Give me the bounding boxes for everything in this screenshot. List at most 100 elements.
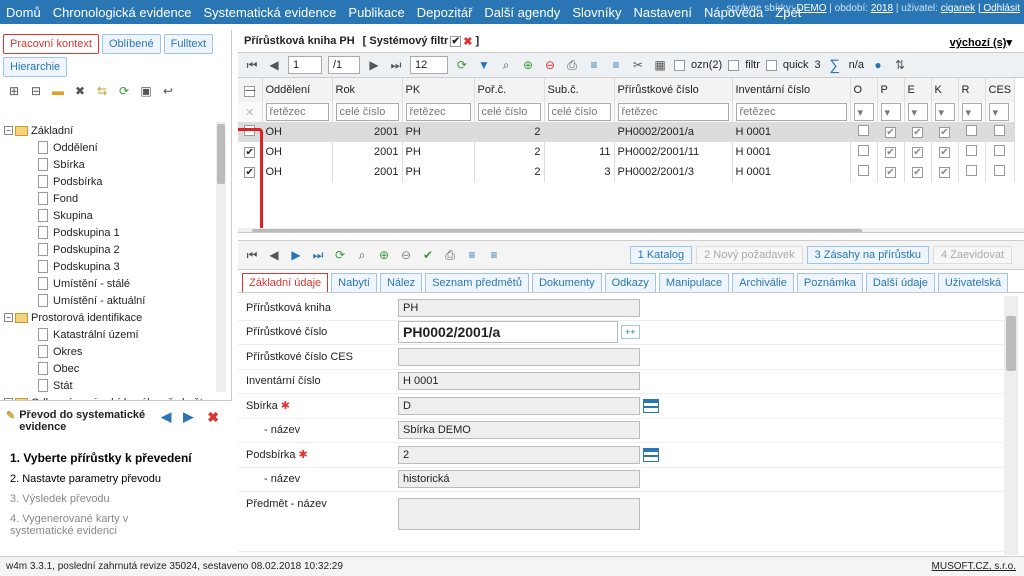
folder-icon[interactable]: ▬ (50, 83, 66, 99)
field-value[interactable]: PH (398, 298, 640, 317)
wizard-step-1[interactable]: 1. Vyberte přírůstky k převedení (0, 451, 232, 465)
column-header[interactable]: Přírůstkové číslo (614, 78, 733, 102)
print-icon[interactable]: ⎙ (442, 247, 458, 263)
tree-item[interactable]: Umístění - aktuální (0, 292, 220, 309)
first-page-icon[interactable]: ⏮ (244, 57, 260, 73)
field-value[interactable] (398, 347, 640, 366)
nav-item[interactable]: Další agendy (478, 5, 566, 20)
tree-item[interactable]: Katastrální území (0, 326, 220, 343)
tree-item[interactable]: Obec (0, 360, 220, 377)
column-header[interactable]: Sub.č. (544, 78, 615, 102)
columns-icon[interactable]: ▦ (652, 57, 668, 73)
wizard-step-2[interactable]: 2. Nastavte parametry převodu (0, 473, 232, 485)
quick-checkbox[interactable] (765, 59, 777, 71)
wizard-step-4[interactable]: 4. Vygenerované karty v systematické evi… (0, 513, 200, 537)
save-icon[interactable]: ▣ (138, 83, 154, 99)
tree-scrollbar[interactable] (216, 122, 226, 392)
form-tab[interactable]: Základní údaje (242, 273, 329, 292)
close-icon[interactable]: ✖ (207, 409, 219, 426)
column-filter-input[interactable]: celé číslo (547, 103, 611, 121)
sort-desc-icon[interactable]: ≡ (608, 57, 624, 73)
nav-item[interactable]: Systematická evidence (197, 5, 342, 20)
column-header[interactable]: O (850, 78, 878, 102)
column-filter-select[interactable]: ▾ (988, 103, 1009, 121)
clear-filter-x-icon[interactable]: ✕ (238, 102, 263, 122)
nav-item[interactable]: Chronologická evidence (47, 5, 198, 20)
tree-item[interactable]: Sbírka (0, 156, 220, 173)
collapse-all-icon[interactable]: ⊟ (28, 83, 44, 99)
prev-arrow-icon[interactable]: ◀ (161, 409, 171, 425)
left-tab[interactable]: Fulltext (163, 34, 214, 54)
undo-icon[interactable]: ↩ (160, 83, 176, 99)
table-row[interactable]: ✔ OH 2001 PH 2 3 PH0002/2001/3 H 0001 ✔ ✔ ✔ (238, 162, 1016, 182)
logout-link[interactable]: | Odhlásit (978, 3, 1020, 14)
period-link[interactable]: 2018 (871, 3, 893, 14)
column-filter-input[interactable]: řetězec (405, 103, 471, 121)
flag-checkbox[interactable] (994, 165, 1006, 176)
add-icon[interactable]: ⊕ (520, 57, 536, 73)
action-tab[interactable]: 4 Zaevidovat (933, 246, 1012, 264)
tree-item[interactable]: Skupina (0, 207, 220, 224)
confirm-icon[interactable]: ✔ (420, 247, 436, 263)
sort-desc-icon[interactable]: ≡ (486, 247, 502, 263)
nav-item[interactable]: Slovníky (566, 5, 627, 20)
picker-icon[interactable] (643, 447, 659, 462)
move-icon[interactable]: ⇆ (94, 83, 110, 99)
action-tab[interactable]: 2 Nový požadavek (696, 246, 803, 264)
prev-record-icon[interactable]: ◀ (266, 247, 282, 263)
search-icon[interactable]: ⌕ (354, 247, 370, 263)
add-icon[interactable]: ⊕ (376, 247, 392, 263)
column-filter-select[interactable]: ▾ (961, 103, 982, 121)
form-scrollbar[interactable] (1004, 296, 1018, 555)
remove-icon[interactable]: ⊖ (542, 57, 558, 73)
next-arrow-icon[interactable]: ▶ (183, 409, 193, 425)
column-filter-input[interactable]: celé číslo (335, 103, 399, 121)
column-filter-select[interactable]: ▾ (907, 103, 928, 121)
flag-checkbox[interactable] (966, 125, 977, 136)
left-tab[interactable]: Hierarchie (3, 57, 68, 77)
column-filter-input[interactable]: řetězec (265, 103, 329, 121)
refresh-icon[interactable]: ⟳ (332, 247, 348, 263)
flag-checkbox[interactable]: ✔ (885, 127, 896, 138)
form-tab[interactable]: Nabytí (331, 273, 377, 292)
flag-checkbox[interactable] (966, 145, 977, 156)
tree-item[interactable]: Oddělení (0, 139, 220, 156)
nav-item[interactable]: Nastavení (627, 5, 698, 20)
picker-icon[interactable] (643, 398, 659, 413)
filtr-checkbox[interactable] (728, 59, 740, 71)
system-filter-checkbox[interactable]: ✔ (450, 35, 462, 47)
column-header[interactable]: Inventární číslo (732, 78, 851, 102)
select-all-checkbox[interactable]: — (244, 85, 256, 97)
field-value[interactable]: Sbírka DEMO (398, 421, 640, 440)
wizard-step-3[interactable]: 3. Výsledek převodu (0, 493, 232, 505)
left-tab[interactable]: Oblíbené (101, 34, 161, 54)
flag-checkbox[interactable]: ✔ (885, 167, 896, 178)
flag-checkbox[interactable] (994, 145, 1006, 156)
flag-checkbox[interactable]: ✔ (939, 147, 950, 158)
column-filter-select[interactable]: ▾ (880, 103, 901, 121)
last-page-icon[interactable]: ⏭ (388, 57, 404, 73)
field-value[interactable]: D (398, 396, 640, 415)
form-tab[interactable]: Archiválie (732, 273, 794, 292)
flag-checkbox[interactable]: ✔ (885, 147, 896, 158)
sort-icon[interactable]: ≡ (586, 57, 602, 73)
copy-icon[interactable]: ++ (621, 325, 640, 340)
tree-item[interactable]: Podskupina 3 (0, 258, 220, 275)
action-tab[interactable]: 1 Katalog (629, 246, 693, 264)
column-filter-input[interactable]: řetězec (617, 103, 729, 121)
table-row[interactable]: OH 2001 PH 2 PH0002/2001/a H 0001 ✔ ✔ ✔ (238, 122, 1016, 142)
page-size-select[interactable]: 12 (410, 56, 448, 74)
collapse-icon[interactable]: − (4, 126, 13, 135)
field-value[interactable] (398, 498, 640, 530)
sum-icon[interactable]: ∑ (827, 57, 843, 74)
column-header[interactable]: Oddělení (262, 78, 333, 102)
form-tab[interactable]: Odkazy (604, 273, 656, 292)
next-record-icon[interactable]: ▶ (288, 247, 304, 263)
ozn-checkbox[interactable] (674, 59, 685, 71)
sort-icon[interactable]: ≡ (464, 247, 480, 263)
field-value[interactable]: PH0002/2001/a (398, 321, 618, 344)
table-row[interactable]: ✔ OH 2001 PH 2 11 PH0002/2001/11 H 0001 ✔ ✔ ✔ (238, 142, 1016, 162)
field-value[interactable]: 2 (398, 445, 640, 464)
flag-checkbox[interactable] (858, 125, 869, 136)
refresh-icon[interactable]: ⟳ (454, 57, 470, 73)
